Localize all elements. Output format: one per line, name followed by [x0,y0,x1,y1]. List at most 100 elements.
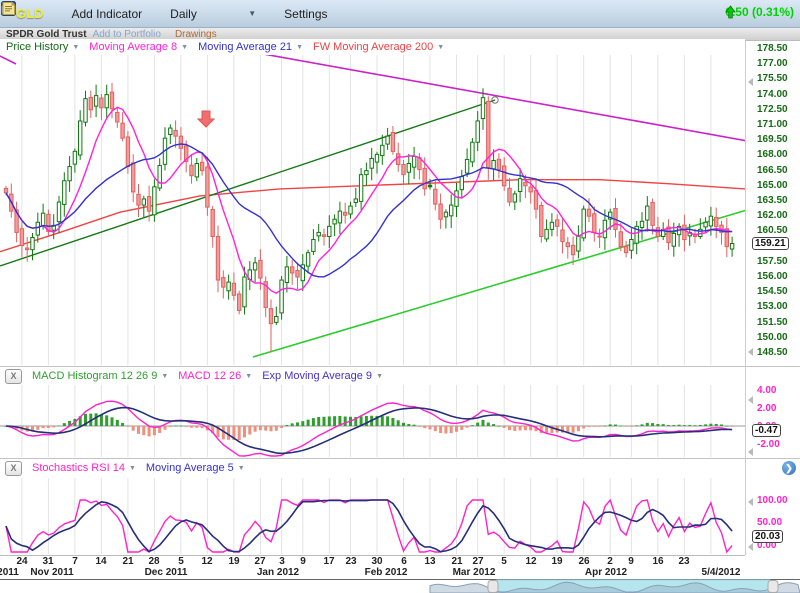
date-axis-day-label: 28 [148,556,159,567]
stoch-panel-header: X Stochastics RSI 14 ▼ Moving Average 5 … [0,460,745,476]
macd-axis-label: 4.00 [757,385,776,396]
macd-axis-scroll-down-icon[interactable] [748,448,753,456]
stoch-ma5-dropdown[interactable]: Moving Average 5 ▼ [146,462,245,474]
date-axis-day-label: 13 [424,556,435,567]
date-axis-month-label: Nov 2011 [30,567,73,578]
price-axis-label: 156.00 [757,271,788,282]
top-toolbar: GLD Add Indicator Daily ▼ Settings [0,0,800,28]
date-axis-day-label: 3 [279,556,285,567]
period-value: Daily [170,7,197,21]
date-axis-day-label: 9 [300,556,306,567]
price-axis-label: 169.50 [757,134,788,145]
gridlines [22,55,711,554]
price-axis-label: 162.00 [757,210,788,221]
price-axis-scroll-down-icon[interactable] [748,348,753,356]
ma21-dropdown[interactable]: Moving Average 21 ▼ [198,41,303,53]
price-axis-label: 154.50 [757,286,788,297]
chevron-down-icon: ▼ [245,373,252,380]
date-axis-day-label: 23 [678,556,689,567]
ma200-dropdown[interactable]: FW Moving Average 200 ▼ [313,41,444,53]
price-axis-label: 168.00 [757,149,788,160]
panel-separators [0,39,800,580]
date-axis-month-label: Dec 2011 [145,567,188,578]
date-axis-day-label: 16 [652,556,663,567]
date-axis-day-label: 23 [345,556,356,567]
date-axis-month-label: Feb 2012 [365,567,408,578]
alerts-alarm-icon[interactable] [350,5,367,22]
current-macd-box: -0.47 [752,424,781,437]
date-axis-month-label: Jan 2012 [257,567,299,578]
chevron-down-icon: ▼ [72,44,79,51]
twitter-icon[interactable] [408,5,425,22]
price-axis-label: 148.50 [757,347,788,358]
stoch-axis-scroll-down-icon[interactable] [748,543,753,551]
price-axis-label: 153.00 [757,301,788,312]
database-icon[interactable] [379,5,396,22]
navigator-right-handle[interactable] [768,581,778,593]
macd-dropdown[interactable]: MACD 12 26 ▼ [178,370,252,382]
chevron-down-icon: ▼ [296,44,303,51]
price-chart-canvas[interactable] [0,0,800,593]
up-arrow-icon [725,5,736,19]
camera-icon[interactable] [466,5,483,22]
ma8-dropdown[interactable]: Moving Average 8 ▼ [89,41,188,53]
settings-button[interactable]: Settings [284,7,327,21]
price-axis-label: 177.00 [757,58,788,69]
add-to-portfolio-link[interactable]: Add to Portfolio [93,29,161,40]
macd-axis-label: 2.00 [757,403,776,414]
date-axis-day-label: 17 [323,556,334,567]
price-axis-label: 175.50 [757,73,788,84]
toolbar-icon-group [350,5,512,22]
date-axis-day-label: 19 [551,556,562,567]
period-dropdown[interactable]: Daily ▼ [170,7,256,21]
price-history-dropdown[interactable]: Price History ▼ [6,41,79,53]
price-axis-label: 178.50 [757,43,788,54]
navigator-left-handle[interactable] [488,581,498,593]
date-axis-day-label: 12 [525,556,536,567]
price-axis-label: 157.50 [757,256,788,267]
macd-ema9-dropdown[interactable]: Exp Moving Average 9 ▼ [262,370,383,382]
date-axis-day-label: 2 [607,556,613,567]
chevron-down-icon: ▼ [238,465,245,472]
date-axis-day-label: 9 [628,556,634,567]
date-axis-day-label: 14 [95,556,106,567]
macd-panel-header: X MACD Histogram 12 26 9 ▼ MACD 12 26 ▼ … [0,368,745,384]
candlesticks [4,83,734,352]
stoch-rsi-line [6,500,732,552]
stoch-rsi-dropdown[interactable]: Stochastics RSI 14 ▼ [32,462,136,474]
facebook-icon[interactable] [437,5,454,22]
date-axis-month-label: Mar 2012 [453,567,496,578]
symbol-label: GLD [16,6,43,21]
close-macd-panel-button[interactable]: X [5,369,22,384]
date-axis-month-label: Apr 2012 [585,567,627,578]
price-axis-scroll-up-icon[interactable] [748,78,753,86]
scroll-to-latest-button[interactable]: ❯ [782,461,796,475]
date-axis-day-label: 19 [228,556,239,567]
price-axis-label: 151.50 [757,317,788,328]
macd-histogram-dropdown[interactable]: MACD Histogram 12 26 9 ▼ [32,370,168,382]
chevron-down-icon: ▼ [437,44,444,51]
add-indicator-button[interactable]: Add Indicator [71,7,142,21]
symbol-fullname: SPDR Gold Trust [6,29,87,40]
notes-icon[interactable] [495,5,512,22]
date-axis-day-label: 27 [472,556,483,567]
stoch-axis-label: 100.00 [757,495,788,506]
price-axis-label: 150.00 [757,332,788,343]
date-axis-day-label: 26 [578,556,589,567]
date-axis-day-label: 12 [201,556,212,567]
date-axis-day-label: 27 [254,556,265,567]
stoch-axis-scroll-up-icon[interactable] [748,498,753,506]
price-panel-header: Price History ▼ Moving Average 8 ▼ Movin… [0,39,745,55]
date-axis-day-label: 24 [16,556,27,567]
close-stoch-panel-button[interactable]: X [5,461,22,476]
date-axis-month-label: 5/4/2012 [702,567,741,578]
macd-axis-scroll-up-icon[interactable] [748,396,753,404]
date-axis-day-label: 6 [401,556,407,567]
chevron-down-icon: ▼ [129,465,136,472]
stoch-axis-label: 50.00 [757,517,782,528]
date-axis-day-label: 7 [72,556,78,567]
drawings-menu[interactable]: Drawings [175,29,217,40]
range-navigator[interactable] [430,580,800,593]
sell-signal-arrow-icon [198,111,214,127]
date-axis-day-label: 21 [451,556,462,567]
